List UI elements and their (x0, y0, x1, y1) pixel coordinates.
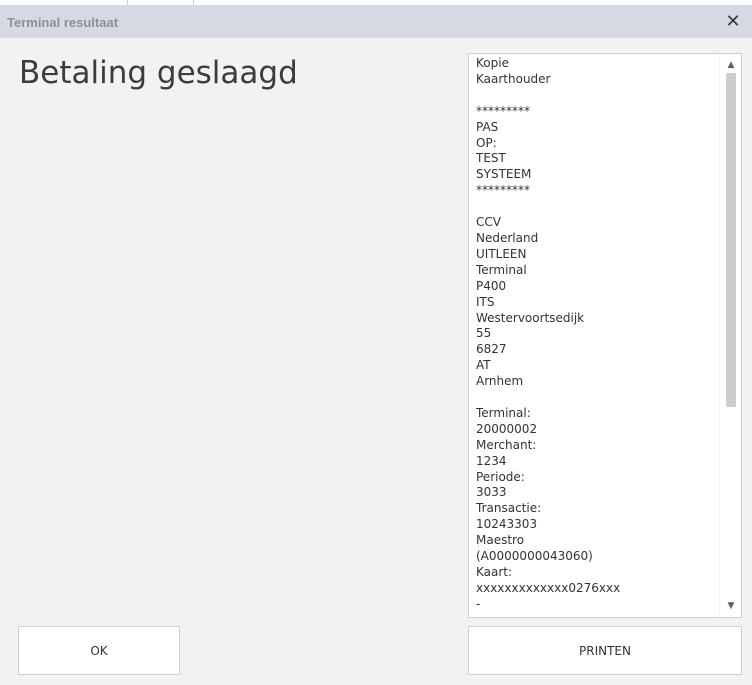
receipt-line (476, 390, 716, 406)
receipt-textbox[interactable]: Kopie Kaarthouder ********* PAS OP: TEST SYST… (468, 53, 742, 618)
receipt-line: ********* (476, 183, 530, 198)
receipt-line: AT (476, 358, 491, 373)
receipt-line: ********* (476, 103, 530, 118)
scroll-down-icon[interactable]: ▼ (720, 598, 741, 614)
payment-status-heading: Betaling geslaagd (19, 55, 298, 91)
receipt-line: 10243303 (476, 517, 538, 532)
receipt-line: TEST (476, 151, 506, 166)
receipt-line: Nederland (476, 230, 539, 245)
receipt-line: 55 (476, 326, 492, 341)
print-button[interactable]: PRINTEN (468, 626, 742, 675)
receipt-line (476, 88, 716, 104)
receipt-line: Kaarthouder (476, 71, 551, 86)
receipt-line: OP: (476, 135, 497, 150)
receipt-line: 20000002 (476, 421, 538, 436)
scroll-thumb[interactable] (726, 73, 736, 407)
receipt-line: Transactie: (476, 501, 542, 516)
receipt-line: Merchant: (476, 437, 537, 452)
dialog-title: Terminal resultaat (7, 15, 119, 30)
receipt-line: SYSTEEM (476, 167, 532, 182)
receipt-line: - (476, 596, 481, 611)
receipt-line: xxxxxxxxxxxxx0276xxx (476, 580, 621, 595)
scroll-up-icon[interactable]: ▲ (720, 57, 741, 73)
receipt-line: Arnhem (476, 374, 524, 389)
receipt-scrollbar[interactable]: ▲ ▼ (719, 54, 741, 617)
receipt-line: Kopie (476, 56, 509, 70)
receipt-text: Kopie Kaarthouder ********* PAS OP: TEST SYST… (476, 56, 716, 613)
receipt-line: CCV (476, 215, 501, 230)
receipt-line: ITS (476, 294, 495, 309)
receipt-line: Maestro (476, 533, 525, 548)
receipt-line: P400 (476, 278, 507, 293)
receipt-line: PAS (476, 119, 499, 134)
receipt-line: Terminal (476, 262, 527, 277)
close-icon[interactable]: ✕ (722, 11, 744, 33)
ok-button[interactable]: OK (18, 626, 180, 675)
receipt-line: (A0000000043060) (476, 549, 593, 564)
receipt-line (476, 199, 716, 215)
dialog-titlebar: Terminal resultaat ✕ (0, 6, 752, 38)
receipt-line: 1234 (476, 453, 507, 468)
receipt-line: 6827 (476, 342, 507, 357)
receipt-line: Periode: (476, 469, 525, 484)
receipt-line: Terminal: (476, 405, 531, 420)
receipt-line: Kaart: (476, 565, 513, 579)
receipt-line: 3033 (476, 485, 507, 500)
receipt-line: UITLEEN (476, 246, 527, 261)
receipt-line: Westervoortsedijk (476, 310, 585, 325)
